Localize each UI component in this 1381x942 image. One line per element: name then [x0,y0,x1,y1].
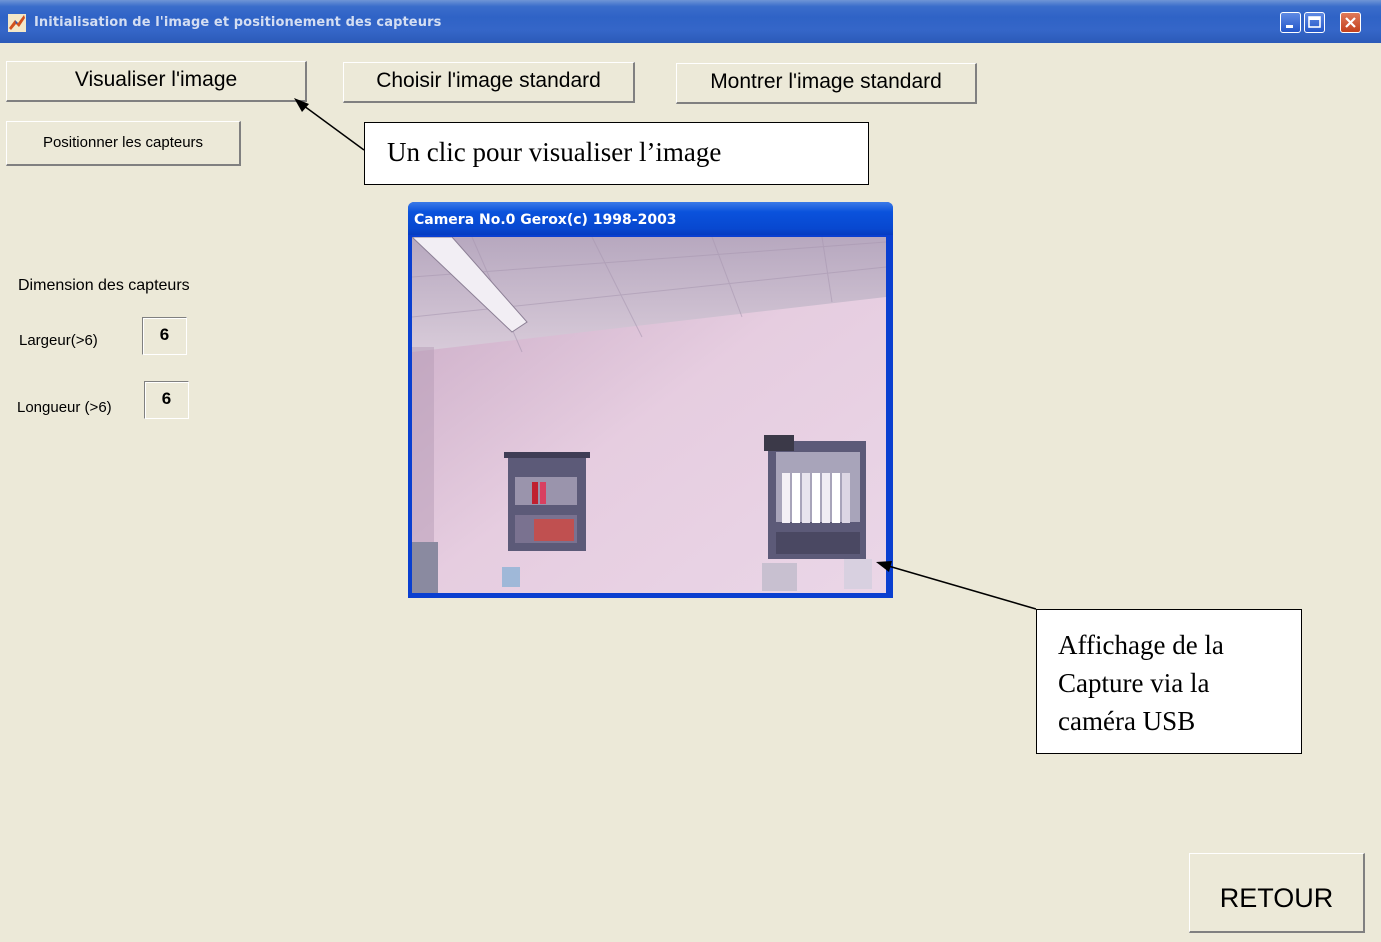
visualiser-arrow [299,102,365,151]
callout-arrows [294,98,1037,610]
capture-arrow [884,564,1037,610]
retour-button[interactable]: RETOUR [1189,853,1365,933]
capture-arrowhead [876,561,892,572]
visualiser-arrowhead [294,98,309,112]
